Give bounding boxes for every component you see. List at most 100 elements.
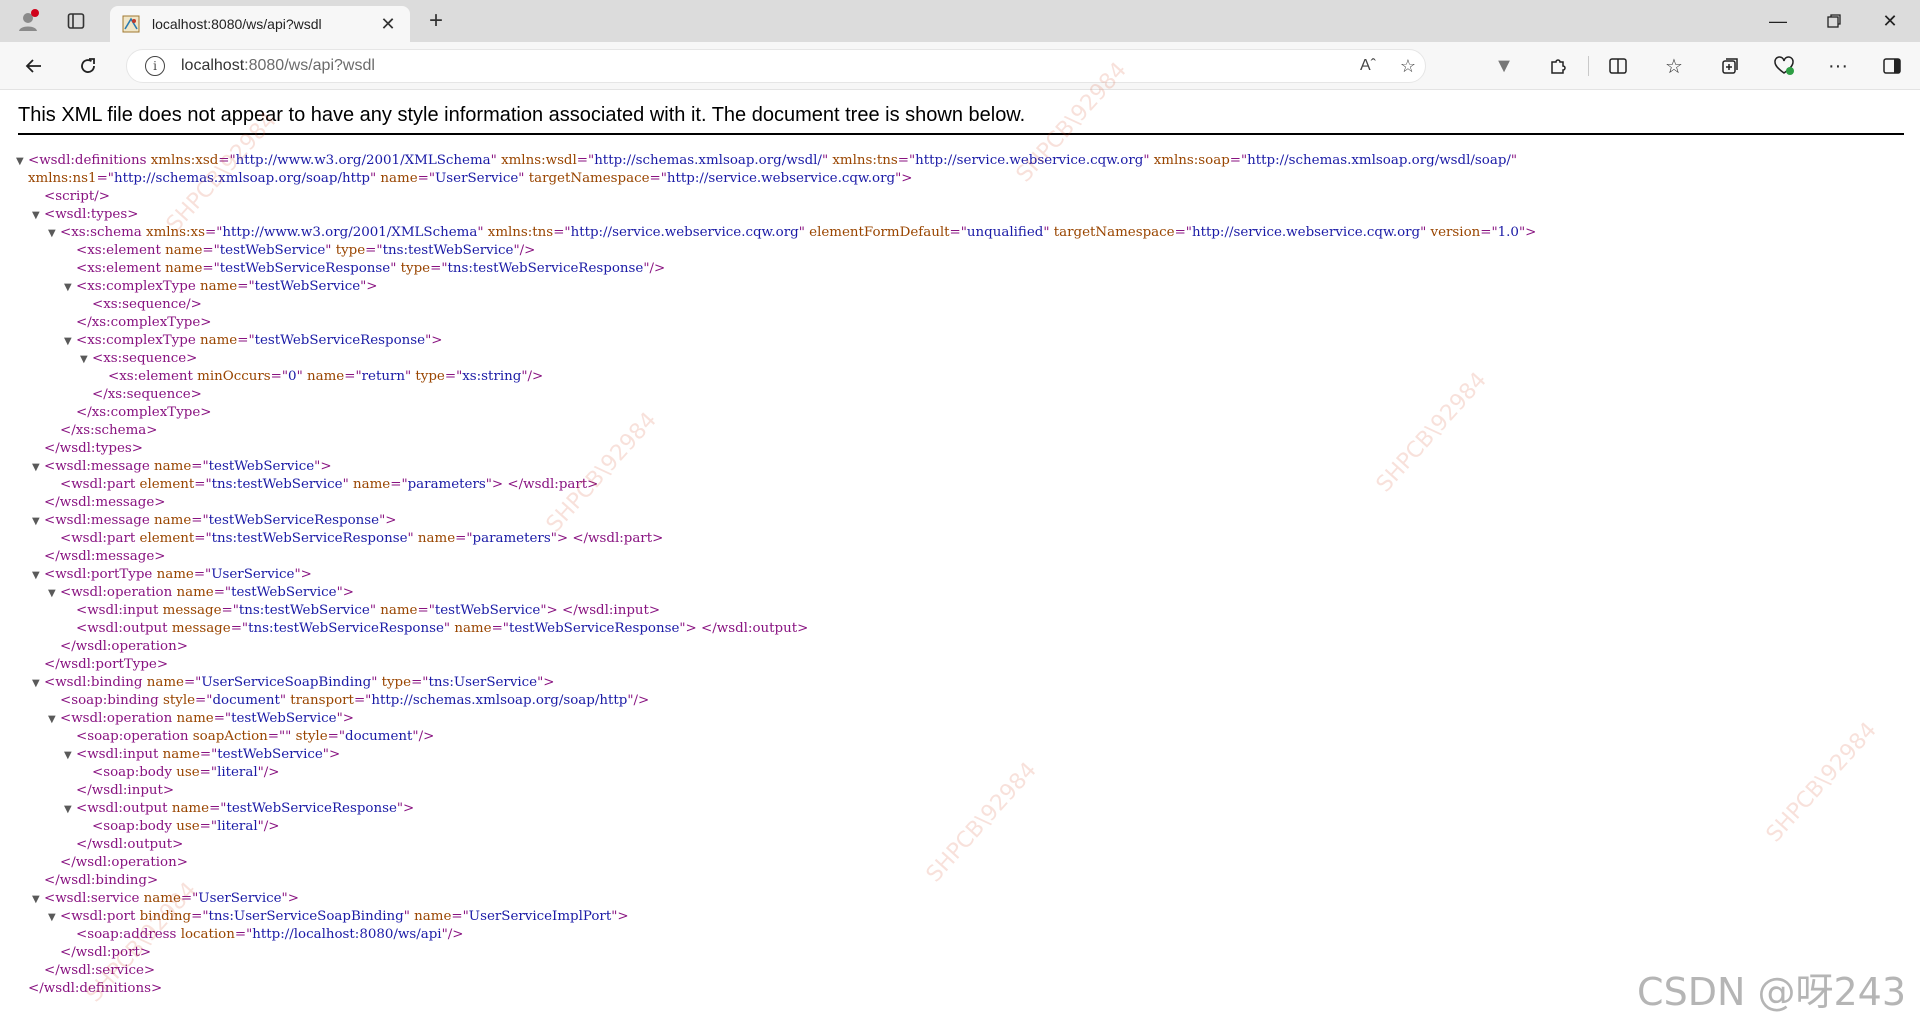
xml-attr-name: name (417, 531, 456, 546)
new-tab-button[interactable]: + (418, 6, 454, 36)
xml-tag: =" (213, 585, 232, 600)
xml-tag: =" (230, 621, 249, 636)
collections-button[interactable] (1712, 50, 1748, 82)
minimize-button[interactable]: — (1750, 0, 1806, 42)
xml-attr-name: name (200, 279, 238, 294)
xml-attr-name: name (414, 909, 452, 924)
sidebar-icon (1883, 58, 1901, 74)
xml-line: </wsdl:binding> (16, 872, 1906, 890)
xml-tag: =" (897, 153, 916, 168)
xml-attr-value: testWebService (254, 279, 361, 294)
xml-attr-name: name (165, 261, 203, 276)
collapse-arrow-icon[interactable]: ▼ (16, 153, 28, 170)
favorite-button[interactable]: ☆ (1393, 52, 1423, 80)
sidebar-toggle-button[interactable] (1874, 50, 1910, 82)
xml-line: <soap:operation soapAction="" style="doc… (16, 728, 1906, 746)
extensions-button[interactable] (1540, 50, 1576, 82)
xml-attr-name: name (146, 675, 184, 690)
xml-attr-name: element (139, 477, 195, 492)
xml-tag: " (371, 675, 382, 690)
active-tab[interactable]: localhost:8080/ws/api?wsdl ✕ (110, 6, 410, 42)
address-bar[interactable]: i localhost:8080/ws/api?wsdl Aˆ ☆ (126, 49, 1426, 83)
read-aloud-button[interactable]: Aˆ (1353, 52, 1383, 80)
xml-attr-name: xmlns:tns (487, 225, 554, 240)
xml-line: ▼ <wsdl:portType name="UserService"> (16, 566, 1906, 584)
xml-attr-name: version (1430, 225, 1481, 240)
profile-button[interactable] (10, 6, 46, 36)
back-button[interactable] (16, 50, 52, 82)
collapse-arrow-icon[interactable]: ▼ (32, 207, 44, 224)
xml-tag: <soap:body (92, 765, 177, 780)
xml-tag: =" (202, 261, 220, 276)
xml-attr-name: targetNamespace (528, 171, 650, 186)
xml-tag: </wsdl:service> (44, 963, 156, 978)
collapse-arrow-icon[interactable]: ▼ (32, 567, 44, 584)
refresh-button[interactable] (70, 50, 106, 82)
xml-tag: "/> (257, 819, 280, 834)
xml-tag: =" (191, 513, 209, 528)
xml-line: <soap:body use="literal"/> (16, 764, 1906, 782)
collapse-arrow-icon[interactable]: ▼ (64, 333, 76, 350)
xml-attr-value: parameters (407, 477, 486, 492)
xml-line: </wsdl:operation> (16, 854, 1906, 872)
xml-attr-name: name (156, 567, 194, 582)
collapse-arrow-icon[interactable]: ▼ (48, 909, 60, 926)
xml-tag: <wsdl:service (44, 891, 144, 906)
xml-attr-value: return (361, 369, 405, 384)
xml-tag: <xs:complexType (76, 333, 200, 348)
tab-actions-icon (67, 13, 85, 29)
xml-attr-value: http://service.webservice.cqw.org (915, 153, 1144, 168)
collapse-arrow-icon[interactable]: ▼ (32, 459, 44, 476)
xml-tag: =" (649, 171, 667, 186)
xml-tag: =" (202, 243, 220, 258)
split-screen-button[interactable] (1600, 50, 1636, 82)
extension-v-button[interactable]: ▼ (1486, 50, 1522, 82)
xml-line: ▼ <wsdl:message name="testWebServiceRespo… (16, 512, 1906, 530)
xml-attr-value: testWebServiceResponse (254, 333, 426, 348)
xml-line: <xs:element name="testWebServiceResponse… (16, 260, 1906, 278)
xml-tag: <wsdl:output (76, 621, 172, 636)
url-text[interactable]: localhost:8080/ws/api?wsdl (181, 57, 375, 75)
collapse-arrow-icon[interactable]: ▼ (32, 513, 44, 530)
collapse-arrow-icon[interactable]: ▼ (48, 585, 60, 602)
collapse-arrow-icon[interactable]: ▼ (64, 747, 76, 764)
site-info-icon[interactable]: i (145, 56, 165, 76)
tab-close-icon[interactable]: ✕ (378, 14, 398, 35)
xml-line: </wsdl:output> (16, 836, 1906, 854)
tab-actions-button[interactable] (58, 6, 94, 36)
xml-tag: " (1420, 225, 1431, 240)
favorites-button[interactable]: ☆ (1656, 50, 1692, 82)
xml-attr-name: message (171, 621, 231, 636)
xml-line: ▼ <xs:complexType name="testWebServiceRes… (16, 332, 1906, 350)
xml-tag: "/> (643, 261, 666, 276)
xml-tag: <xs:schema (60, 225, 147, 240)
collapse-arrow-icon[interactable]: ▼ (32, 675, 44, 692)
browser-essentials-button[interactable] (1766, 50, 1802, 82)
xml-attr-value: UserService (211, 567, 295, 582)
xml-attr-value: document (345, 729, 413, 744)
close-window-button[interactable]: ✕ (1862, 0, 1918, 42)
collapse-arrow-icon[interactable]: ▼ (64, 279, 76, 296)
xml-attr-name: name (454, 621, 492, 636)
xml-line: <soap:address location="http://localhost… (16, 926, 1906, 944)
xml-line: </wsdl:port> (16, 944, 1906, 962)
xml-attr-value: http://schemas.xmlsoap.org/soap/http (113, 171, 370, 186)
collapse-arrow-icon[interactable]: ▼ (80, 351, 92, 368)
xml-tag: =" (234, 927, 253, 942)
collapse-arrow-icon[interactable]: ▼ (48, 225, 60, 242)
back-arrow-icon (25, 59, 41, 73)
restore-button[interactable] (1806, 0, 1862, 42)
xml-tag: </wsdl:definitions> (28, 981, 163, 996)
close-icon: ✕ (1882, 10, 1898, 31)
settings-more-button[interactable]: ··· (1820, 50, 1856, 82)
page-favicon (122, 15, 140, 33)
collapse-arrow-icon[interactable]: ▼ (64, 801, 76, 818)
collapse-arrow-icon[interactable]: ▼ (32, 891, 44, 908)
xml-line: </wsdl:definitions> (16, 980, 1906, 998)
heart-pulse-icon (1774, 56, 1794, 75)
xml-tag: "> (336, 585, 354, 600)
xml-line: </wsdl:message> (16, 494, 1906, 512)
xml-tag: "> (379, 513, 397, 528)
collapse-arrow-icon[interactable]: ▼ (48, 711, 60, 728)
xml-tag: <wsdl:part (60, 477, 140, 492)
